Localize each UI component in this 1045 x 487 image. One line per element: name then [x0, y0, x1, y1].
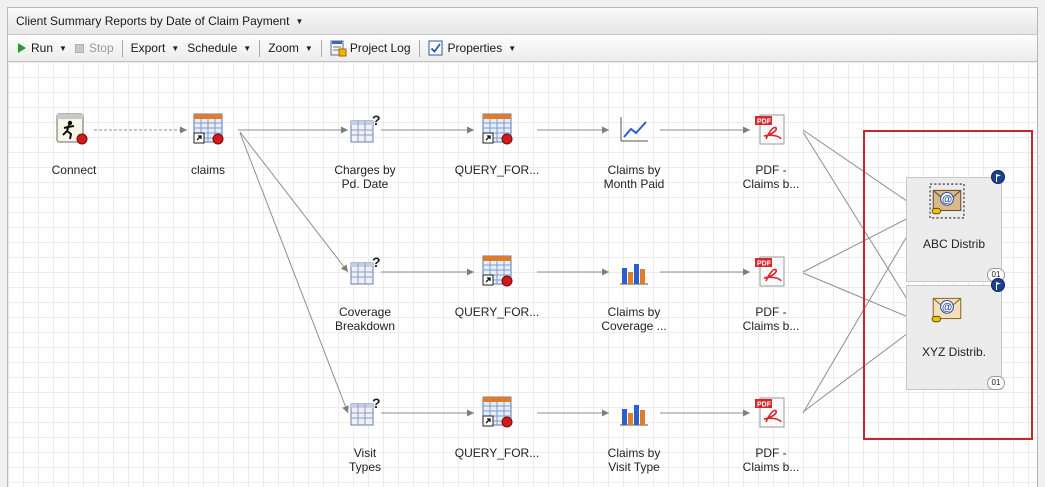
claims-dataset-node[interactable]	[191, 112, 225, 146]
process-flow-title-bar[interactable]: Client Summary Reports by Date of Claim …	[7, 7, 1038, 35]
pdf-document-icon: PDF	[755, 256, 785, 287]
pdf-node-3[interactable]: PDF	[754, 395, 788, 429]
process-flow-window: Client Summary Reports by Date of Claim …	[0, 0, 1045, 487]
visit-types-task-node[interactable]: ?	[348, 395, 382, 429]
toolbar-separator	[418, 39, 420, 57]
pdf-label-1: PDF - Claims b...	[742, 163, 800, 191]
project-log-button[interactable]: Project Log	[326, 38, 415, 59]
chevron-down-icon[interactable]: ▼	[243, 44, 251, 53]
coverage-task-node[interactable]: ?	[348, 254, 382, 288]
task-grid-question-icon: ?	[350, 254, 381, 285]
chevron-down-icon[interactable]: ▼	[295, 17, 303, 26]
email-distribution-icon: @	[929, 183, 965, 219]
query-node-1[interactable]	[480, 112, 514, 146]
svg-text:?: ?	[372, 395, 381, 411]
svg-text:?: ?	[372, 112, 381, 128]
stop-label: Stop	[88, 41, 114, 55]
chevron-down-icon[interactable]: ▼	[59, 44, 67, 53]
toolbar-separator	[121, 39, 123, 57]
pdf-badge-text: PDF	[757, 261, 772, 268]
toolbar-separator	[259, 39, 261, 57]
dataset-table-icon	[482, 255, 513, 287]
task-grid-question-icon: ?	[350, 395, 381, 426]
pdf-document-icon: PDF	[755, 397, 785, 428]
xyz-distrib-badge: 01	[987, 376, 1005, 390]
distribution-highlight-box: @ ABC Distrib 01 @ XYZ Distrib. 01	[863, 130, 1033, 440]
chevron-down-icon[interactable]: ▼	[305, 44, 313, 53]
query-label-3: QUERY_FOR...	[454, 446, 540, 460]
pdf-document-icon: PDF	[755, 114, 785, 145]
project-log-icon	[330, 40, 347, 56]
schedule-label: Schedule	[187, 41, 238, 55]
xyz-distrib-label: XYZ Distrib.	[921, 345, 986, 359]
pdf-node-2[interactable]: PDF	[754, 254, 788, 288]
process-flow-title: Client Summary Reports by Date of Claim …	[16, 14, 290, 28]
query-node-2[interactable]	[480, 254, 514, 288]
process-flow-canvas[interactable]: Connect claims ? Charges by Pd. Date QUE…	[7, 62, 1038, 487]
zoom-button[interactable]: Zoom ▼	[264, 38, 317, 59]
pdf-badge-text: PDF	[757, 402, 772, 409]
play-icon	[18, 43, 26, 53]
claims-visit-graph-label: Claims by Visit Type	[607, 446, 661, 474]
svg-text:@: @	[942, 194, 952, 206]
properties-button[interactable]: Properties ▼	[424, 38, 521, 59]
query-label-2: QUERY_FOR...	[454, 305, 540, 319]
toolbar: Run ▼ Stop Export ▼ Schedule ▼ Zoom ▼ Pr…	[7, 35, 1038, 62]
charges-task-node[interactable]: ?	[348, 112, 382, 146]
claims-month-graph-label: Claims by Month Paid	[603, 163, 665, 191]
properties-icon	[428, 40, 443, 56]
claims-coverage-graph-label: Claims by Coverage ...	[601, 305, 667, 333]
zoom-label: Zoom	[268, 41, 299, 55]
run-button[interactable]: Run ▼	[14, 38, 71, 59]
connect-label: Connect	[51, 163, 97, 177]
run-label: Run	[31, 41, 54, 55]
project-log-label: Project Log	[349, 41, 411, 55]
pdf-label-3: PDF - Claims b...	[742, 446, 800, 474]
svg-text:@: @	[942, 302, 952, 314]
stop-button[interactable]: Stop	[71, 38, 118, 59]
claims-label: claims	[190, 163, 225, 177]
coverage-task-label: Coverage Breakdown	[334, 305, 396, 333]
pdf-label-2: PDF - Claims b...	[742, 305, 800, 333]
bar-chart-icon	[620, 264, 648, 285]
task-grid-question-icon: ?	[350, 112, 381, 143]
claims-visit-graph-node[interactable]	[617, 395, 651, 429]
dataset-table-icon	[482, 396, 513, 428]
pdf-node-1[interactable]: PDF	[754, 112, 788, 146]
visit-types-task-label: Visit Types	[348, 446, 381, 474]
flag-icon[interactable]	[991, 170, 1005, 184]
dataset-table-icon	[193, 113, 224, 145]
schedule-button[interactable]: Schedule ▼	[183, 38, 255, 59]
abc-distrib-node[interactable]: @ ABC Distrib 01	[906, 177, 1005, 282]
xyz-distrib-node[interactable]: @ XYZ Distrib. 01	[906, 285, 1005, 390]
claims-coverage-graph-node[interactable]	[617, 254, 651, 288]
chevron-down-icon[interactable]: ▼	[508, 44, 516, 53]
dataset-table-icon	[482, 113, 513, 145]
abc-distrib-label: ABC Distrib	[922, 237, 985, 251]
query-node-3[interactable]	[480, 395, 514, 429]
connect-node[interactable]	[55, 112, 89, 146]
query-label-1: QUERY_FOR...	[454, 163, 540, 177]
svg-text:?: ?	[372, 254, 381, 270]
properties-label: Properties	[447, 41, 503, 55]
toolbar-separator	[320, 39, 322, 57]
export-button[interactable]: Export ▼	[127, 38, 184, 59]
pdf-badge-text: PDF	[757, 119, 772, 126]
stop-icon	[74, 43, 84, 53]
line-chart-icon	[620, 117, 648, 142]
charges-task-label: Charges by Pd. Date	[334, 163, 396, 191]
bar-chart-icon	[620, 405, 648, 426]
flag-icon[interactable]	[991, 278, 1005, 292]
connect-runner-icon	[56, 113, 88, 145]
email-distribution-icon: @	[931, 297, 962, 323]
claims-month-graph-node[interactable]	[617, 112, 651, 146]
chevron-down-icon[interactable]: ▼	[171, 44, 179, 53]
export-label: Export	[130, 41, 166, 55]
